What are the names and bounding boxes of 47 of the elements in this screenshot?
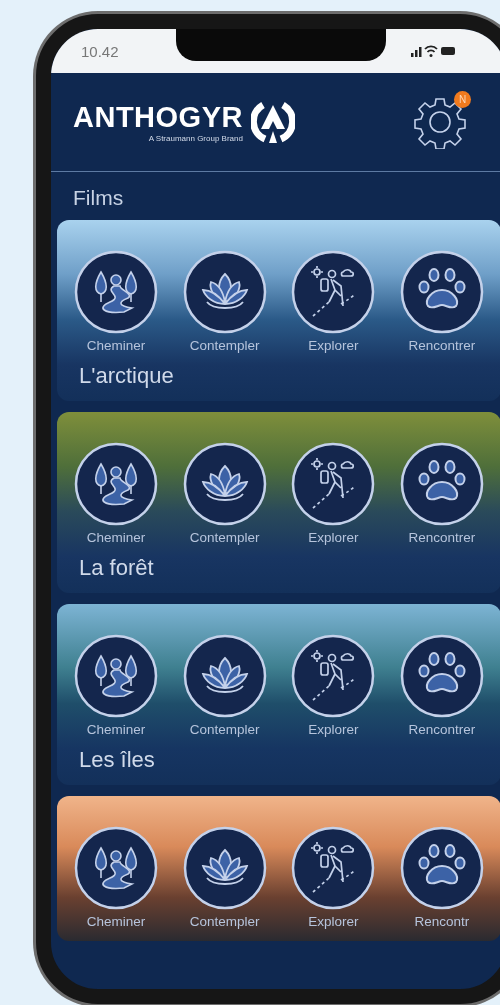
activity-button[interactable]: Contempler: [171, 250, 278, 353]
lotus-icon: [182, 250, 267, 334]
activity-button[interactable]: Explorer: [280, 442, 387, 545]
notification-badge: N: [454, 91, 471, 108]
paw-icon: [399, 634, 484, 718]
film-card[interactable]: Cheminer Contempler Explorer Rencontr: [57, 796, 500, 941]
film-card[interactable]: Cheminer Contempler Explorer Rencontrer La forêt: [57, 412, 500, 593]
logo-icon: [250, 99, 295, 145]
activity-button[interactable]: Rencontrer: [388, 442, 495, 545]
hiker-icon: [291, 250, 376, 334]
film-title: La forêt: [78, 555, 155, 581]
film-title: L'arctique: [78, 363, 175, 389]
status-icons: [411, 44, 457, 58]
activity-button[interactable]: Explorer: [280, 634, 387, 737]
paw-icon: [399, 826, 484, 910]
status-time: 10.42: [81, 42, 119, 60]
film-card[interactable]: Cheminer Contempler Explorer Rencontrer L'arctique: [57, 220, 500, 401]
activity-button[interactable]: Explorer: [280, 250, 387, 353]
brand-tagline: A Straumann Group Brand: [148, 134, 243, 143]
path-trees-icon: [74, 634, 158, 718]
activity-button[interactable]: Contempler: [171, 442, 278, 545]
path-trees-icon: [74, 442, 158, 526]
settings-icon: [413, 95, 467, 149]
paw-icon: [399, 250, 484, 334]
film-card[interactable]: Cheminer Contempler Explorer Rencontrer Les îles: [57, 604, 500, 785]
film-title: Les îles: [78, 747, 156, 773]
path-trees-icon: [74, 826, 158, 910]
hiker-icon: [291, 634, 376, 718]
lotus-icon: [182, 634, 267, 718]
activity-button[interactable]: Explorer: [280, 826, 387, 929]
lotus-icon: [182, 442, 267, 526]
activity-button[interactable]: Cheminer: [63, 634, 169, 737]
hiker-icon: [291, 442, 376, 526]
path-trees-icon: [74, 250, 158, 334]
activity-button[interactable]: Contempler: [171, 634, 278, 737]
activity-button[interactable]: Rencontr: [388, 826, 495, 929]
activity-button[interactable]: Cheminer: [63, 826, 169, 929]
lotus-icon: [182, 826, 267, 910]
hiker-icon: [291, 826, 376, 910]
brand-name: ANTHOGYR: [73, 101, 243, 134]
activity-button[interactable]: Rencontrer: [388, 250, 495, 353]
activity-button[interactable]: Cheminer: [63, 442, 169, 545]
section-title: Films: [72, 185, 125, 211]
activity-button[interactable]: Contempler: [171, 826, 278, 929]
paw-icon: [399, 442, 484, 526]
activity-button[interactable]: Rencontrer: [388, 634, 495, 737]
activity-button[interactable]: Cheminer: [63, 250, 169, 353]
